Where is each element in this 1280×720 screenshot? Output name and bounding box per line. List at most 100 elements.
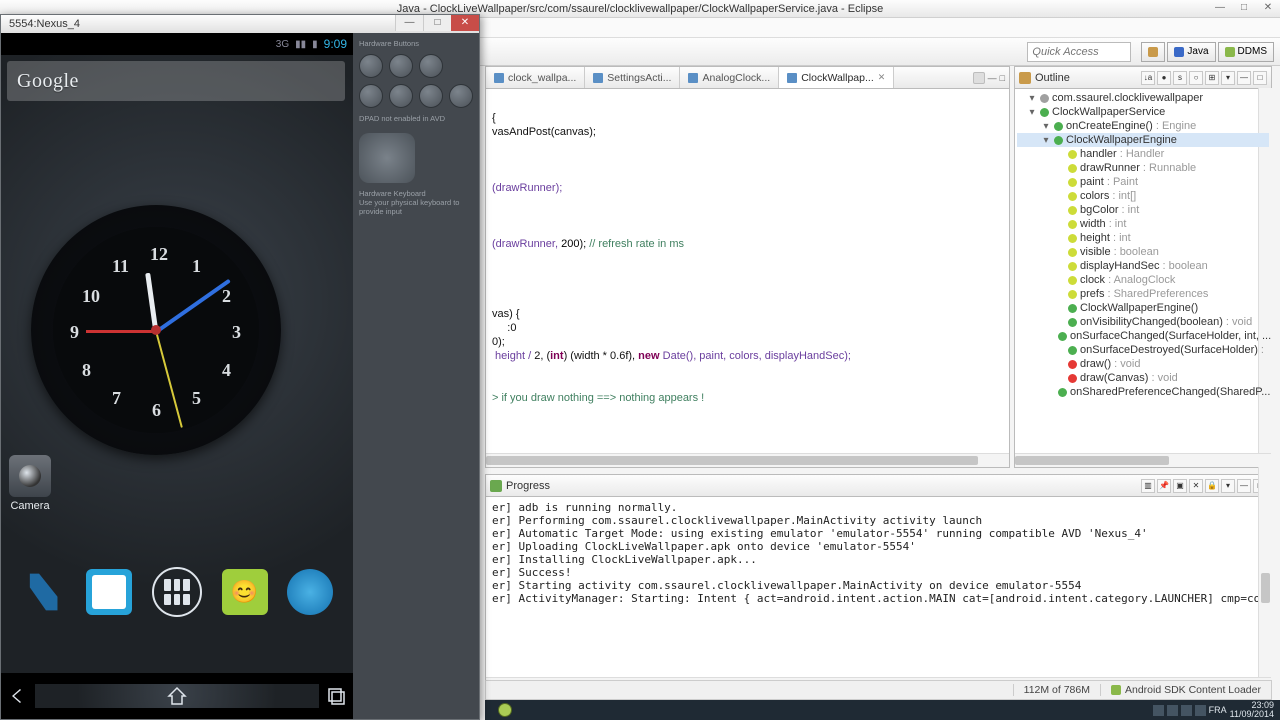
red-hand [86,330,156,333]
outline-node[interactable]: bgColor : int [1017,203,1269,217]
app-drawer-icon[interactable] [152,567,202,617]
hide-nonpublic-icon[interactable]: ○ [1189,71,1203,85]
hw-menu-button[interactable] [389,54,413,78]
java-perspective-button[interactable]: Java [1167,42,1215,62]
outline-node[interactable]: width : int [1017,217,1269,231]
outline-node[interactable]: ▾ClockWallpaperService [1017,105,1269,119]
quick-access-input[interactable] [1027,42,1131,62]
toggle-breadcrumb-icon[interactable] [973,72,985,84]
home-button[interactable] [35,684,319,708]
outline-title: Outline [1035,72,1137,84]
maximize-button[interactable]: □ [1232,0,1256,16]
outline-node[interactable]: onSurfaceDestroyed(SurfaceHolder) : [1017,343,1269,357]
tray-icon[interactable] [1195,705,1206,716]
emulator-side-panel: Hardware Buttons DPAD not enabled in AVD… [353,33,479,719]
horizontal-scrollbar[interactable] [1015,453,1271,467]
analog-clock-widget[interactable]: 12 1 2 3 4 5 6 7 8 9 10 11 [31,205,281,455]
focus-icon[interactable]: ⊞ [1205,71,1219,85]
close-button[interactable]: ✕ [1256,0,1280,16]
sort-icon[interactable]: ↓a [1141,71,1155,85]
minimize-button[interactable]: — [1208,0,1232,16]
camera-icon [9,455,51,497]
browser-app-icon[interactable] [287,569,333,615]
minimize-view-icon[interactable]: — [1237,479,1251,493]
hw-home-button[interactable] [419,54,443,78]
close-tab-icon[interactable]: ✕ [878,72,886,83]
tray-icon[interactable] [1181,705,1192,716]
hw-back-button[interactable] [359,54,383,78]
view-menu-icon[interactable]: ▾ [1221,479,1235,493]
maximize-view-icon[interactable]: □ [1253,71,1267,85]
outline-node[interactable]: height : int [1017,231,1269,245]
outline-node[interactable]: onVisibilityChanged(boolean) : void [1017,315,1269,329]
back-button[interactable] [1,684,35,708]
outline-node[interactable]: visible : boolean [1017,245,1269,259]
hw-power-button[interactable] [419,84,443,108]
outline-node[interactable]: displayHandSec : boolean [1017,259,1269,273]
maximize-view-icon[interactable]: □ [1000,73,1005,83]
tray-icon[interactable] [1153,705,1164,716]
taskbar-app[interactable] [485,700,525,720]
maximize-button[interactable]: □ [423,15,451,31]
outline-node[interactable]: ClockWallpaperEngine() [1017,301,1269,315]
google-search-bar[interactable]: Google [7,61,345,101]
outline-node[interactable]: drawRunner : Runnable [1017,161,1269,175]
progress-view: Progress ▥ 📌 ▣ ✕ 🔒 ▾ — □ er] adb is runn… [485,474,1272,692]
outline-node[interactable]: clock : AnalogClock [1017,273,1269,287]
camera-app-icon[interactable]: Camera [5,455,55,512]
system-tray[interactable]: FRA 23:0911/09/2014 [1153,701,1280,719]
signal-icon: ▮▮ [295,39,306,50]
editor-tab-active[interactable]: ClockWallpap...✕ [779,67,894,88]
open-perspective-button[interactable] [1141,42,1165,62]
editor-tab[interactable]: clock_wallpa... [486,67,585,88]
android-status-bar[interactable]: 3G ▮▮ ▮ 9:09 [1,33,353,55]
outline-node[interactable]: draw(Canvas) : void [1017,371,1269,385]
outline-node[interactable]: ▾ClockWallpaperEngine [1017,133,1269,147]
console-select-icon[interactable]: ▥ [1141,479,1155,493]
messaging-app-icon[interactable] [222,569,268,615]
minimize-view-icon[interactable]: — [988,73,997,83]
pin-console-icon[interactable]: 📌 [1157,479,1171,493]
editor-tab[interactable]: AnalogClock... [680,67,779,88]
eclipse-app-icon [498,703,512,717]
outline-node[interactable]: colors : int[] [1017,189,1269,203]
ddms-perspective-button[interactable]: DDMS [1218,42,1274,62]
close-button[interactable]: ✕ [451,15,479,31]
outline-node[interactable]: ▾com.ssaurel.clocklivewallpaper [1017,91,1269,105]
display-console-icon[interactable]: ▣ [1173,479,1187,493]
hw-search-button[interactable] [449,84,473,108]
outline-node[interactable]: handler : Handler [1017,147,1269,161]
outline-node[interactable]: draw() : void [1017,357,1269,371]
code-editor[interactable]: { vasAndPost(canvas); (drawRunner); (dra… [486,89,1009,453]
outline-node[interactable]: prefs : SharedPreferences [1017,287,1269,301]
clear-console-icon[interactable]: ✕ [1189,479,1203,493]
hw-hangup-button[interactable] [389,84,413,108]
horizontal-scrollbar[interactable] [486,453,1009,467]
home-screen[interactable]: Google 12 1 2 3 4 5 6 7 8 9 10 [1,55,353,673]
eclipse-statusbar: 112M of 786M Android SDK Content Loader [485,680,1272,700]
heap-status[interactable]: 112M of 786M [1013,684,1100,696]
hide-fields-icon[interactable]: ● [1157,71,1171,85]
camera-label: Camera [5,500,55,512]
phone-app-icon[interactable] [21,569,67,615]
outline-tree[interactable]: ▾com.ssaurel.clocklivewallpaper▾ClockWal… [1015,89,1271,453]
editor-tab[interactable]: SettingsActi... [585,67,680,88]
scroll-lock-icon[interactable]: 🔒 [1205,479,1219,493]
console-output[interactable]: er] adb is running normally. er] Perform… [486,497,1271,677]
outline-node[interactable]: onSharedPreferenceChanged(SharedP... [1017,385,1269,399]
outline-node[interactable]: paint : Paint [1017,175,1269,189]
minimize-view-icon[interactable]: — [1237,71,1251,85]
emulator-titlebar[interactable]: 5554:Nexus_4 — □ ✕ [1,15,479,33]
tray-icon[interactable] [1167,705,1178,716]
tray-lang[interactable]: FRA [1209,705,1227,715]
minimize-button[interactable]: — [395,15,423,31]
contacts-app-icon[interactable] [86,569,132,615]
tray-date: 11/09/2014 [1230,710,1274,719]
hide-static-icon[interactable]: s [1173,71,1187,85]
view-menu-icon[interactable]: ▾ [1221,71,1235,85]
hw-call-button[interactable] [359,84,383,108]
recents-button[interactable] [319,684,353,708]
outline-node[interactable]: onSurfaceChanged(SurfaceHolder, int, ... [1017,329,1269,343]
outline-node[interactable]: ▾onCreateEngine() : Engine [1017,119,1269,133]
android-nav-bar [1,673,353,719]
